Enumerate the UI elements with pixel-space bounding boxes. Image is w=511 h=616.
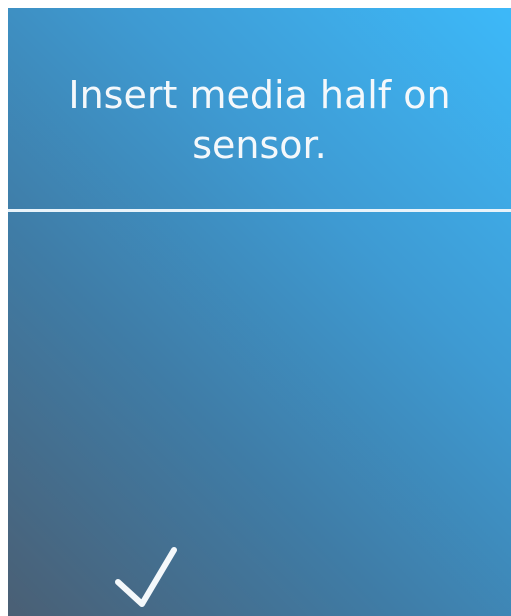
device-screen: Insert media half on sensor. bbox=[8, 8, 511, 616]
confirm-button[interactable] bbox=[106, 538, 186, 616]
instruction-text: Insert media half on sensor. bbox=[68, 73, 451, 167]
divider-line bbox=[8, 209, 511, 212]
checkmark-icon bbox=[115, 547, 177, 607]
